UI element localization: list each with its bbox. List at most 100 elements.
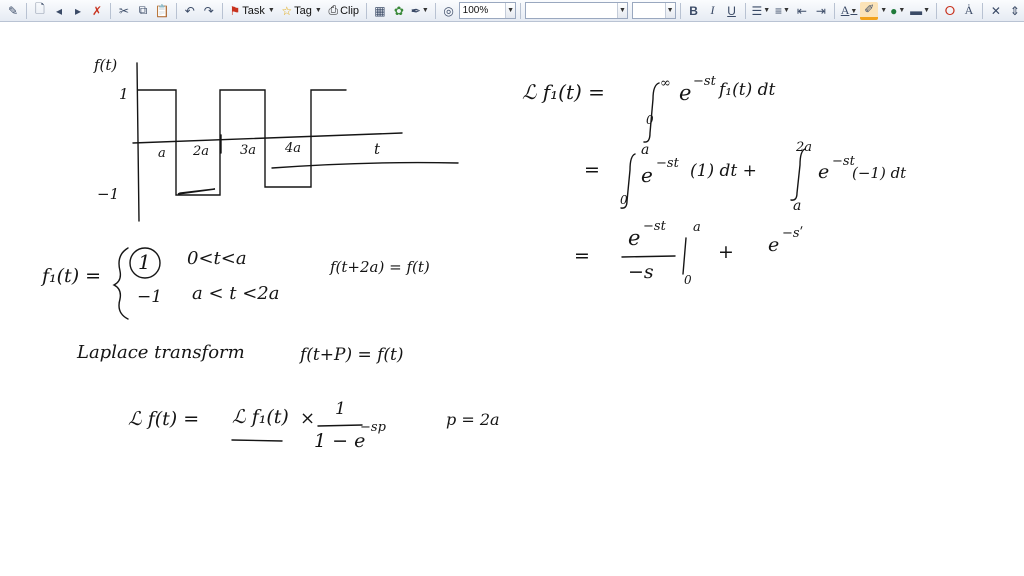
formula-denominator-exp: −sp xyxy=(360,420,386,435)
move-space-icon[interactable]: ⇕ xyxy=(1006,2,1024,20)
copy-icon[interactable]: ⧉ xyxy=(134,2,152,20)
right-line1-lhs: ℒ f₁(t) = xyxy=(522,80,605,104)
star-icon: ☆ xyxy=(281,3,293,18)
highlighter-icon[interactable]: ✐ xyxy=(860,1,879,20)
bullets-icon[interactable]: ☰ ▼ xyxy=(750,2,773,20)
underline-button[interactable]: U xyxy=(723,2,741,20)
toolbar-separator xyxy=(833,2,835,19)
pen-select-icon[interactable]: ✒ ▼ xyxy=(409,2,431,20)
line-style-icon[interactable]: ▬ ▼ xyxy=(908,2,932,20)
flag-icon: ⚑ xyxy=(229,3,241,18)
toolbar-separator xyxy=(520,2,522,19)
right-line2-eq: = xyxy=(584,159,600,181)
cut-icon[interactable]: ✂ xyxy=(115,2,133,20)
evaluation-lower-limit: 0 xyxy=(684,273,692,287)
toolbar-separator xyxy=(981,2,983,19)
right-line1-integrand: e xyxy=(679,81,692,105)
right-line3-plus: + xyxy=(718,241,734,263)
chevron-down-icon: ▼ xyxy=(267,7,275,14)
numbering-icon[interactable]: ≡ ▼ xyxy=(773,2,792,20)
toolbar-separator xyxy=(221,2,223,19)
text-size-button[interactable]: Ȧ xyxy=(960,2,978,20)
integral-upper-limit: 2a xyxy=(796,140,813,155)
redo-icon[interactable]: ↷ xyxy=(200,2,218,20)
right-line3-denominator: −s xyxy=(628,261,654,283)
graph-tick-label: 4a xyxy=(285,141,302,156)
integral-sign-3 xyxy=(790,148,806,201)
integral-lower-limit: a xyxy=(793,198,802,214)
delete-page-icon[interactable]: ✗ xyxy=(88,2,106,20)
integral-upper-limit: a xyxy=(641,142,650,158)
toolbar-separator xyxy=(365,2,367,19)
insert-image-icon[interactable]: ✿ xyxy=(390,2,408,20)
piecewise-lhs: f₁(t) = xyxy=(42,265,102,287)
graph-t-label: t xyxy=(374,140,381,158)
back-icon[interactable]: ◂ xyxy=(50,2,68,20)
evaluation-upper-limit: a xyxy=(693,220,701,235)
close-icon[interactable]: ✕ xyxy=(987,2,1005,20)
right-line2-int1: e xyxy=(641,163,653,187)
bold-button[interactable]: B xyxy=(685,2,703,20)
clip-button[interactable]: ⎙ Clip xyxy=(326,2,362,20)
right-line2-int1-exp: −st xyxy=(656,156,679,171)
formula-numerator: 1 xyxy=(335,399,346,419)
right-line2-int1-rest: (1) dt + xyxy=(690,161,757,181)
piecewise-brace xyxy=(112,247,129,320)
zoom-select[interactable]: 100% ▼ xyxy=(458,2,517,19)
camera-icon: ⎙ xyxy=(328,3,339,17)
fill-color-icon[interactable]: ● ▼ xyxy=(888,2,907,20)
case2-range: a < t <2a xyxy=(192,283,280,304)
right-line3-numerator: e xyxy=(628,226,641,250)
chevron-down-icon[interactable]: ▼ xyxy=(880,7,887,14)
lasso-icon[interactable]: ⵔ xyxy=(941,2,959,20)
toolbar-separator xyxy=(109,2,111,19)
case2-value: −1 xyxy=(137,287,163,307)
right-line1-exp: −st xyxy=(693,74,716,89)
task-button[interactable]: ⚑ Task ▼ xyxy=(227,2,278,20)
case1-range: 0<t<a xyxy=(187,248,247,269)
indent-icon[interactable]: ⇥ xyxy=(812,2,830,20)
font-select[interactable]: ▼ xyxy=(525,2,628,19)
graph-f-label: f(t) xyxy=(94,56,118,74)
right-line3-tail-exp: −sʹ xyxy=(782,226,804,241)
integral-lower-limit: 0 xyxy=(620,193,628,207)
period-note-underline xyxy=(271,161,459,169)
periodicity-note: f(t+P) = f(t) xyxy=(300,345,404,365)
tag-button[interactable]: ☆ Tag ▼ xyxy=(279,2,325,20)
chevron-down-icon: ▼ xyxy=(314,7,322,14)
zoom-value: 100% xyxy=(462,5,489,16)
circle-icon[interactable]: ◎ xyxy=(440,2,458,20)
font-color-label: A xyxy=(840,3,850,17)
chevron-down-icon: ▼ xyxy=(664,3,675,18)
formula-fraction-bar xyxy=(317,424,363,427)
outdent-icon[interactable]: ⇤ xyxy=(793,2,811,20)
new-page-icon[interactable]: 🗋 xyxy=(31,2,49,20)
italic-button[interactable]: I xyxy=(704,2,722,20)
case1-value: 1 xyxy=(138,250,151,274)
formula-denominator: 1 − e xyxy=(314,430,366,452)
integral-lower-limit: 0 xyxy=(646,113,654,127)
graph-y-axis xyxy=(136,62,140,222)
font-size-select[interactable]: ▼ xyxy=(632,2,676,19)
graph-tick-label: 3a xyxy=(240,143,257,158)
clip-label: Clip xyxy=(340,4,360,17)
formula-times: × xyxy=(300,408,316,429)
formula-term: ℒ f₁(t) xyxy=(232,406,289,428)
graph-tick-label: 2a xyxy=(193,144,210,159)
toolbar-separator xyxy=(935,2,937,19)
toolbar-separator xyxy=(679,2,681,19)
right-line3-eq: = xyxy=(574,245,590,267)
paste-icon[interactable]: 📋 xyxy=(153,2,172,20)
right-line2-int2: e xyxy=(818,161,830,183)
right-line3-tail: e xyxy=(768,234,780,256)
forward-icon[interactable]: ▸ xyxy=(69,2,87,20)
period-note: f(t+2a) = f(t) xyxy=(330,258,430,276)
graph-x-axis xyxy=(132,132,403,144)
table-icon[interactable]: ▦ xyxy=(371,2,389,20)
pen-icon[interactable]: ✎ xyxy=(4,2,22,20)
note-canvas[interactable]: f(t) 1 −1 a 2a 3a 4a t f₁(t) = 1 0<t<a −… xyxy=(0,23,1024,576)
font-color-button[interactable]: A ▼ xyxy=(839,2,859,20)
toolbar-separator xyxy=(26,2,27,19)
undo-icon[interactable]: ↶ xyxy=(181,2,199,20)
integral-upper-limit: ∞ xyxy=(660,76,671,91)
